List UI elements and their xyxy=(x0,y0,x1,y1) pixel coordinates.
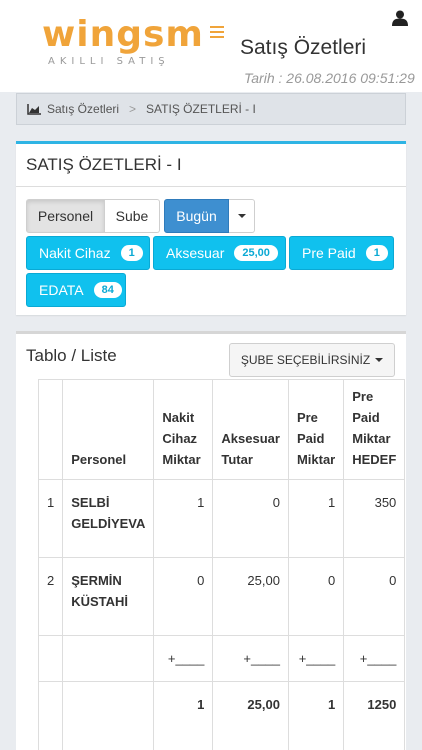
cell-sum: +____ xyxy=(212,635,289,682)
cell-sum xyxy=(62,635,155,682)
cell-sum xyxy=(37,635,64,682)
column-header-nakit-cihaz[interactable]: Nakit Cihaz Miktar xyxy=(153,379,214,480)
cell-pre-paid: 1 xyxy=(287,479,345,558)
cell-personel: ŞERMİN KÜSTAHİ xyxy=(62,557,155,636)
cell-pre-paid-hedef: 0 xyxy=(343,557,406,636)
branch-select-label: ŞUBE SEÇEBİLİRSİNİZ xyxy=(240,353,371,367)
period-button[interactable]: Bugün xyxy=(164,199,229,233)
cell-total xyxy=(37,681,64,750)
tile-aksesuar[interactable]: Aksesuar 25,00 xyxy=(153,236,286,270)
personel-toggle-button[interactable]: Personel xyxy=(26,199,105,233)
sube-toggle-button[interactable]: Sube xyxy=(105,199,160,233)
page-title: Satış Özetleri xyxy=(240,36,367,59)
app-header: wingsm AKILLI SATIŞ Satış Özetleri Tarih… xyxy=(0,0,422,92)
tile-count-badge: 1 xyxy=(120,245,143,261)
cell-total: 1 xyxy=(153,681,214,750)
brand-logo[interactable]: wingsm AKILLI SATIŞ xyxy=(42,14,204,68)
table-row[interactable]: 2 ŞERMİN KÜSTAHİ 0 25,00 0 0 xyxy=(37,557,406,636)
cell-index: 1 xyxy=(37,479,64,558)
column-header-pre-paid-hedef[interactable]: Pre Paid Miktar HEDEF xyxy=(343,379,406,480)
area-chart-icon xyxy=(27,103,41,115)
breadcrumb: Satış Özetleri > SATIŞ ÖZETLERİ - I xyxy=(16,93,406,125)
timestamp: Tarih : 26.08.2016 09:51:29 xyxy=(244,70,415,86)
caret-down-icon xyxy=(375,358,384,362)
breadcrumb-item-current: SATIŞ ÖZETLERİ - I xyxy=(146,102,256,116)
tile-label: Pre Paid xyxy=(302,245,356,261)
cell-nakit-cihaz: 1 xyxy=(153,479,214,558)
table-panel-title: Tablo / Liste xyxy=(26,346,117,365)
tile-nakit-cihaz[interactable]: Nakit Cihaz 1 xyxy=(26,236,150,270)
table-sum-row: +____ +____ +____ +____ xyxy=(37,635,406,682)
table-row[interactable]: 1 SELBİ GELDİYEVA 1 0 1 350 xyxy=(37,479,406,558)
table-total-row: 1 25,00 1 1250 xyxy=(37,681,406,750)
tile-count-badge: 84 xyxy=(93,282,122,298)
cell-sum: +____ xyxy=(343,635,406,682)
cell-total xyxy=(62,681,155,750)
cell-aksesuar: 0 xyxy=(212,479,289,558)
cell-sum: +____ xyxy=(153,635,214,682)
column-header-pre-paid[interactable]: Pre Paid Miktar xyxy=(287,379,345,480)
caret-down-icon xyxy=(237,214,246,218)
cell-nakit-cihaz: 0 xyxy=(153,557,214,636)
summary-tiles: Nakit Cihaz 1 Aksesuar 25,00 Pre Paid 1 … xyxy=(26,236,396,307)
breadcrumb-item-home[interactable]: Satış Özetleri xyxy=(47,102,119,116)
filter-button-group: Personel Sube Bugün xyxy=(26,199,255,233)
table-panel: Tablo / Liste ŞUBE SEÇEBİLİRSİNİZ Person… xyxy=(16,331,406,750)
tile-edata[interactable]: EDATA 84 xyxy=(26,273,126,307)
breadcrumb-separator: > xyxy=(129,102,137,116)
hamburger-menu-icon[interactable] xyxy=(210,26,224,38)
tile-count-badge: 25,00 xyxy=(234,245,278,261)
cell-aksesuar: 25,00 xyxy=(212,557,289,636)
summary-panel-title: SATIŞ ÖZETLERİ - I xyxy=(16,144,406,187)
column-header-personel[interactable]: Personel xyxy=(62,379,155,480)
cell-pre-paid-hedef: 350 xyxy=(343,479,406,558)
cell-total: 1250 xyxy=(343,681,406,750)
tile-label: Nakit Cihaz xyxy=(39,245,111,261)
period-dropdown-button[interactable] xyxy=(229,199,255,233)
tile-pre-paid[interactable]: Pre Paid 1 xyxy=(289,236,394,270)
tile-count-badge: 1 xyxy=(365,245,388,261)
cell-pre-paid: 0 xyxy=(287,557,345,636)
cell-total: 1 xyxy=(287,681,345,750)
tile-label: Aksesuar xyxy=(166,245,225,261)
cell-personel: SELBİ GELDİYEVA xyxy=(62,479,155,558)
logo-text: wingsm xyxy=(42,14,204,55)
branch-select-dropdown[interactable]: ŞUBE SEÇEBİLİRSİNİZ xyxy=(229,343,395,377)
summary-panel: SATIŞ ÖZETLERİ - I Personel Sube Bugün N… xyxy=(16,141,406,315)
column-header-aksesuar[interactable]: Aksesuar Tutar xyxy=(212,379,289,480)
cell-index: 2 xyxy=(37,557,64,636)
user-icon[interactable] xyxy=(392,10,408,26)
table-header-row: Personel Nakit Cihaz Miktar Aksesuar Tut… xyxy=(37,379,406,480)
cell-total: 25,00 xyxy=(212,681,289,750)
cell-sum: +____ xyxy=(287,635,345,682)
column-header-index xyxy=(37,379,64,480)
tile-label: EDATA xyxy=(39,282,84,298)
sales-table: Personel Nakit Cihaz Miktar Aksesuar Tut… xyxy=(37,379,406,750)
logo-subtext: AKILLI SATIŞ xyxy=(48,56,170,67)
